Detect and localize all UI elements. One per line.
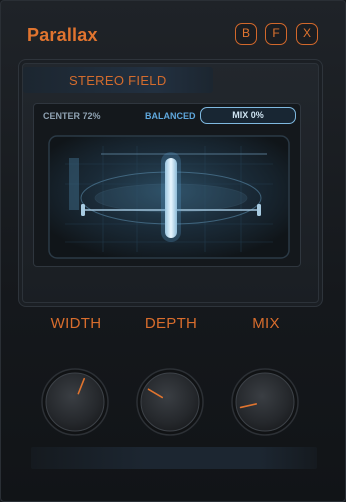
width-knob[interactable]: [40, 367, 110, 437]
mix-label: MIX: [252, 315, 280, 332]
depth-label: DEPTH: [144, 315, 198, 332]
b-button[interactable]: B: [235, 23, 257, 45]
f-button[interactable]: F: [265, 23, 287, 45]
axis-left-handle: [81, 204, 85, 216]
knob-body: [45, 372, 105, 432]
footer-strip: [31, 447, 317, 469]
balance-readout: BALANCED: [145, 111, 196, 121]
width-label: WIDTH: [50, 315, 102, 332]
scope-left-meter: [69, 158, 79, 210]
knob-body: [140, 372, 200, 432]
center-bar: [165, 158, 177, 238]
mix-knob[interactable]: [230, 367, 300, 437]
axis-right-handle: [257, 204, 261, 216]
mix-readout[interactable]: MIX 0%: [200, 107, 296, 124]
app-title: Parallax: [27, 25, 98, 45]
depth-knob[interactable]: [135, 367, 205, 437]
plugin-window: Parallax B F X STEREO FIELD CENTER 72% B…: [0, 0, 346, 502]
stereo-scope[interactable]: [45, 132, 293, 262]
panel-title: STEREO FIELD: [69, 73, 167, 88]
knob-body: [235, 372, 295, 432]
center-readout: CENTER 72%: [43, 111, 101, 121]
x-button[interactable]: X: [296, 23, 318, 45]
